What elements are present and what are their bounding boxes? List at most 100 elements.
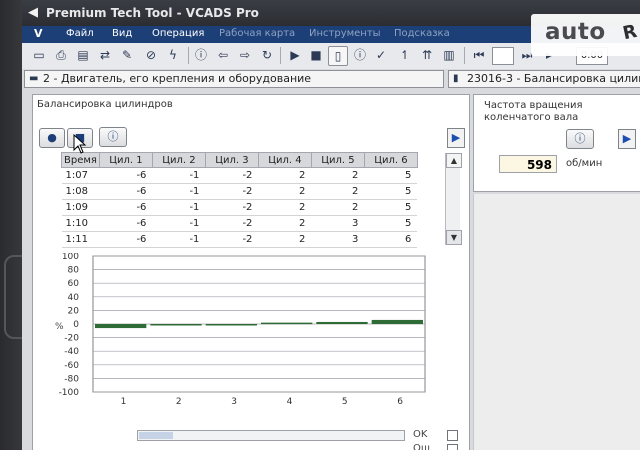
table-cell: -6 bbox=[99, 199, 153, 216]
play-icon: ▶ bbox=[451, 131, 461, 144]
back-icon[interactable]: ⇦ bbox=[214, 46, 232, 64]
y-tick-label: 80 bbox=[68, 266, 80, 276]
column-header[interactable]: Цил. 3 bbox=[204, 152, 259, 168]
menu-item-tools[interactable]: Инструменты bbox=[309, 28, 381, 39]
table-row[interactable]: 1:08 -6 -1 -2 2 2 5 bbox=[61, 183, 418, 200]
watermark-text: auto bbox=[545, 19, 606, 45]
watermark-suffix: R bbox=[620, 20, 639, 45]
play-icon[interactable]: ▶ bbox=[286, 46, 304, 64]
breadcrumb-group-label: 2 - Двигатель, его крепления и оборудова… bbox=[43, 72, 312, 85]
x-tick-label: 3 bbox=[231, 397, 237, 407]
table-cell: 2 bbox=[311, 199, 365, 216]
table-scrollbar[interactable]: ▲ ▼ bbox=[445, 153, 462, 245]
menu-item-workcard[interactable]: Рабочая карта bbox=[219, 28, 295, 39]
table-cell: -1 bbox=[152, 231, 206, 248]
table-cell: 3 bbox=[311, 215, 365, 232]
table-row[interactable]: 1:10 -6 -1 -2 2 3 5 bbox=[61, 215, 418, 232]
watermark-logo: auto R bbox=[531, 14, 640, 56]
next-page-button[interactable]: ▶ bbox=[447, 128, 465, 148]
scroll-down-icon[interactable]: ▼ bbox=[446, 230, 462, 245]
column-header[interactable]: Время bbox=[61, 152, 100, 168]
breadcrumb-operation[interactable]: ▮ 23016-3 - Балансировка цилин bbox=[448, 70, 640, 88]
column-header[interactable]: Цил. 5 bbox=[310, 152, 365, 168]
balloon-info-icon[interactable]: ⓘ bbox=[351, 46, 369, 64]
save-icon[interactable]: ▤ bbox=[74, 46, 92, 64]
play-icon: ▶ bbox=[622, 132, 632, 145]
cylinder-bar bbox=[261, 322, 313, 325]
breadcrumb-bar: ▬ 2 - Двигатель, его крепления и оборудо… bbox=[22, 69, 640, 89]
rpm-value: 598 bbox=[499, 155, 557, 173]
breadcrumb-group[interactable]: ▬ 2 - Двигатель, его крепления и оборудо… bbox=[24, 70, 444, 88]
table-cell: 2 bbox=[258, 231, 312, 248]
y-tick-label: 0 bbox=[73, 320, 79, 330]
menu-item-operation[interactable]: Операция bbox=[152, 28, 204, 39]
disabled-icon[interactable]: ⊘ bbox=[142, 46, 160, 64]
table-cell: 5 bbox=[364, 215, 418, 232]
table-row[interactable]: 1:07 -6 -1 -2 2 2 5 bbox=[61, 167, 418, 184]
scroll-up-icon[interactable]: ▲ bbox=[446, 153, 462, 168]
table-row[interactable]: 1:09 -6 -1 -2 2 2 5 bbox=[61, 199, 418, 216]
table-cell: -2 bbox=[205, 183, 259, 200]
column-header[interactable]: Цил. 6 bbox=[363, 152, 418, 168]
forward-icon[interactable]: ⇨ bbox=[236, 46, 254, 64]
app-window: ◀ Premium Tech Tool - VCADS Pro V Файл В… bbox=[22, 0, 640, 450]
lightning-icon[interactable]: ϟ bbox=[164, 46, 182, 64]
info-button[interactable]: ⓘ bbox=[566, 129, 594, 149]
table-cell: -1 bbox=[152, 183, 206, 200]
error-checkbox[interactable] bbox=[447, 444, 458, 450]
cylinder-balance-chart: 100 80 60 40 20 0 -20 -40 -60 -80 -100 1 2 3 4 5 6 % bbox=[55, 253, 426, 407]
y-tick-label: -100 bbox=[59, 388, 80, 398]
frame-box[interactable] bbox=[492, 47, 514, 65]
ok-checkbox[interactable] bbox=[447, 430, 458, 441]
table-cell: 2 bbox=[258, 167, 312, 184]
table-cell: -1 bbox=[152, 167, 206, 184]
check-icon[interactable]: ✓ bbox=[372, 46, 390, 64]
column-header[interactable]: Цил. 2 bbox=[151, 152, 206, 168]
table-cell: 2 bbox=[258, 199, 312, 216]
menu-item-file[interactable]: Файл bbox=[66, 28, 94, 39]
next-page-button[interactable]: ▶ bbox=[618, 129, 636, 149]
panel-title: Частота вращения коленчатого вала bbox=[484, 100, 583, 123]
info-button[interactable]: ⓘ bbox=[99, 127, 127, 147]
table-cell: 3 bbox=[311, 231, 365, 248]
table-cell: 5 bbox=[364, 183, 418, 200]
table-cell: -6 bbox=[99, 183, 153, 200]
new-icon[interactable]: ▭ bbox=[30, 46, 48, 64]
step-icon[interactable]: ↿ bbox=[396, 46, 414, 64]
y-tick-label: 40 bbox=[68, 293, 80, 303]
first-frame-icon[interactable]: ⏮ bbox=[470, 46, 488, 64]
table-cell: 1:07 bbox=[61, 167, 100, 184]
table-cell: 1:11 bbox=[61, 231, 100, 248]
table-cell: 2 bbox=[311, 183, 365, 200]
bars-icon[interactable]: ▥ bbox=[440, 46, 458, 64]
table-row[interactable]: 1:11 -6 -1 -2 2 3 6 bbox=[61, 231, 418, 248]
breadcrumb-operation-label: 23016-3 - Балансировка цилин bbox=[467, 72, 640, 85]
step-list-icon[interactable]: ⇈ bbox=[418, 46, 436, 64]
info-icon[interactable]: ⓘ bbox=[192, 46, 210, 64]
cylinder-bar bbox=[371, 319, 423, 324]
stop-icon[interactable]: ■ bbox=[307, 46, 325, 64]
column-header[interactable]: Цил. 1 bbox=[98, 152, 153, 168]
app-logo-icon: ◀ bbox=[28, 5, 38, 20]
cylinder-bar bbox=[95, 324, 147, 329]
transfer-icon[interactable]: ⇄ bbox=[96, 46, 114, 64]
window-title: Premium Tech Tool - VCADS Pro bbox=[46, 6, 259, 20]
table-cell: -2 bbox=[205, 215, 259, 232]
table-cell: 6 bbox=[364, 231, 418, 248]
table-cell: 2 bbox=[258, 183, 312, 200]
menu-item-view[interactable]: Вид bbox=[112, 28, 132, 39]
table-cell: -6 bbox=[99, 231, 153, 248]
document-icon[interactable]: ▯ bbox=[328, 46, 348, 66]
cylinder-bar bbox=[316, 321, 368, 324]
y-tick-label: 20 bbox=[68, 306, 80, 316]
menu-item-help[interactable]: Подсказка bbox=[394, 28, 450, 39]
refresh-icon[interactable]: ↻ bbox=[258, 46, 276, 64]
info-icon: ⓘ bbox=[107, 130, 119, 143]
column-header[interactable]: Цил. 4 bbox=[257, 152, 312, 168]
vcads-logo-icon: V bbox=[34, 27, 43, 40]
edit-icon[interactable]: ✎ bbox=[118, 46, 136, 64]
print-icon[interactable]: ⎙ bbox=[52, 46, 70, 64]
table-cell: 2 bbox=[258, 215, 312, 232]
record-button[interactable]: ● bbox=[39, 128, 65, 148]
table-cell: -1 bbox=[152, 199, 206, 216]
